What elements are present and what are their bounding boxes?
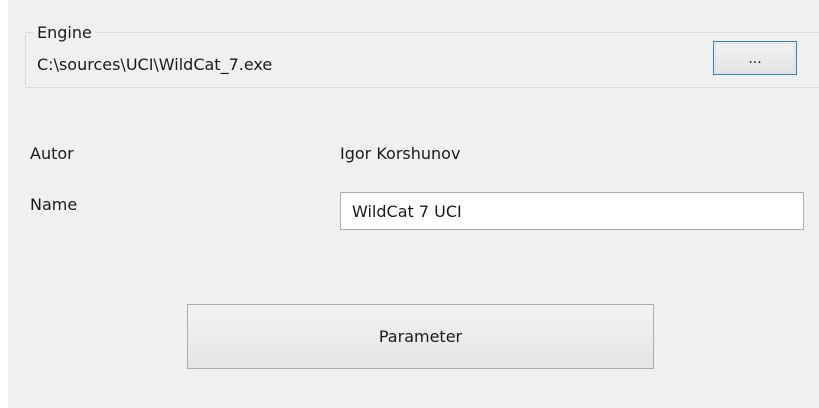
engine-group-legend: Engine	[34, 24, 95, 42]
name-label: Name	[30, 195, 78, 214]
parameter-button[interactable]: Parameter	[187, 304, 654, 369]
author-label: Autor	[30, 144, 74, 163]
browse-engine-button[interactable]: ...	[713, 41, 797, 75]
author-value: Igor Korshunov	[340, 144, 461, 163]
name-input[interactable]	[340, 192, 804, 230]
engine-path-text: C:\sources\UCI\WildCat_7.exe	[37, 55, 273, 74]
